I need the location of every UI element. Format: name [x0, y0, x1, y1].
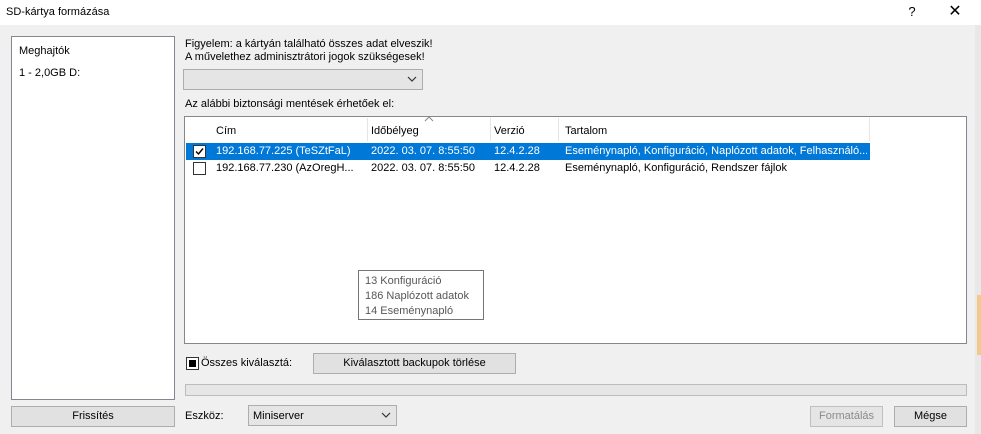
- column-separator[interactable]: [869, 118, 870, 141]
- warning-data-loss: Figyelem: a kártyán található összes ada…: [185, 38, 433, 50]
- select-all-checkbox[interactable]: [186, 357, 199, 370]
- sort-up-icon: [424, 116, 434, 122]
- row-content: Eseménynapló, Konfiguráció, Rendszer fáj…: [565, 162, 787, 174]
- window-edge: [975, 25, 981, 434]
- help-button[interactable]: ?: [903, 2, 921, 22]
- column-separator[interactable]: [490, 118, 491, 141]
- table-row[interactable]: 192.168.77.225 (TeSZtFaL) 2022. 03. 07. …: [186, 143, 870, 160]
- indeterminate-mark: [189, 360, 196, 367]
- row-address: 192.168.77.225 (TeSZtFaL): [216, 145, 351, 157]
- select-all-label[interactable]: Összes kiválasztá:: [201, 357, 292, 369]
- close-button[interactable]: ✕: [940, 1, 970, 23]
- drive-item[interactable]: 1 - 2,0GB D:: [19, 67, 80, 79]
- row-timestamp: 2022. 03. 07. 8:55:50: [371, 145, 475, 157]
- row-version: 12.4.2.28: [494, 162, 540, 174]
- drives-header: Meghajtók: [19, 45, 70, 57]
- device-label: Eszköz:: [185, 410, 224, 422]
- column-header-version[interactable]: Verzió: [494, 125, 525, 137]
- progress-bar: [185, 384, 967, 396]
- row-checkbox[interactable]: [193, 145, 206, 158]
- tooltip-line: 186 Naplózott adatok: [365, 290, 469, 302]
- tooltip-line: 14 Eseménynapló: [365, 305, 454, 317]
- column-header-address[interactable]: Cím: [216, 125, 236, 137]
- row-checkbox[interactable]: [193, 162, 206, 175]
- column-header-content[interactable]: Tartalom: [565, 125, 607, 137]
- window-title: SD-kártya formázása: [6, 6, 110, 18]
- warning-admin-rights: A művelethez adminisztrátori jogok szüks…: [185, 51, 425, 63]
- drives-list[interactable]: Meghajtók 1 - 2,0GB D:: [11, 36, 175, 400]
- delete-selected-backups-button[interactable]: Kiválasztott backupok törlése: [313, 353, 516, 374]
- background-window-strip: [977, 295, 981, 355]
- cancel-button[interactable]: Mégse: [894, 406, 967, 427]
- row-content: Eseménynapló, Konfiguráció, Naplózott ad…: [565, 145, 867, 157]
- device-dropdown[interactable]: Miniserver: [248, 405, 397, 426]
- column-separator[interactable]: [558, 118, 559, 141]
- chevron-down-icon: [407, 76, 417, 82]
- row-version: 12.4.2.28: [494, 145, 540, 157]
- tooltip-line: 13 Konfiguráció: [365, 275, 442, 287]
- device-value: Miniserver: [253, 410, 304, 422]
- backups-list[interactable]: Cím Időbélyeg Verzió Tartalom 192.168.77…: [184, 116, 967, 344]
- chevron-down-icon: [381, 412, 391, 418]
- backups-label: Az alábbi biztonsági mentések érhetőek e…: [185, 98, 395, 110]
- content-tooltip: 13 Konfiguráció 186 Naplózott adatok 14 …: [358, 270, 484, 320]
- check-icon: [195, 148, 204, 156]
- refresh-button[interactable]: Frissítés: [11, 406, 175, 427]
- column-header-timestamp[interactable]: Időbélyeg: [371, 125, 419, 137]
- row-timestamp: 2022. 03. 07. 8:55:50: [371, 162, 475, 174]
- close-icon: ✕: [948, 3, 962, 20]
- backup-source-dropdown[interactable]: [183, 69, 423, 90]
- format-button[interactable]: Formatálás: [810, 406, 883, 427]
- row-address: 192.168.77.230 (AzOregH...: [216, 162, 354, 174]
- title-bar: SD-kártya formázása ? ✕: [0, 0, 981, 25]
- table-row[interactable]: 192.168.77.230 (AzOregH... 2022. 03. 07.…: [186, 160, 870, 177]
- column-separator[interactable]: [367, 118, 368, 141]
